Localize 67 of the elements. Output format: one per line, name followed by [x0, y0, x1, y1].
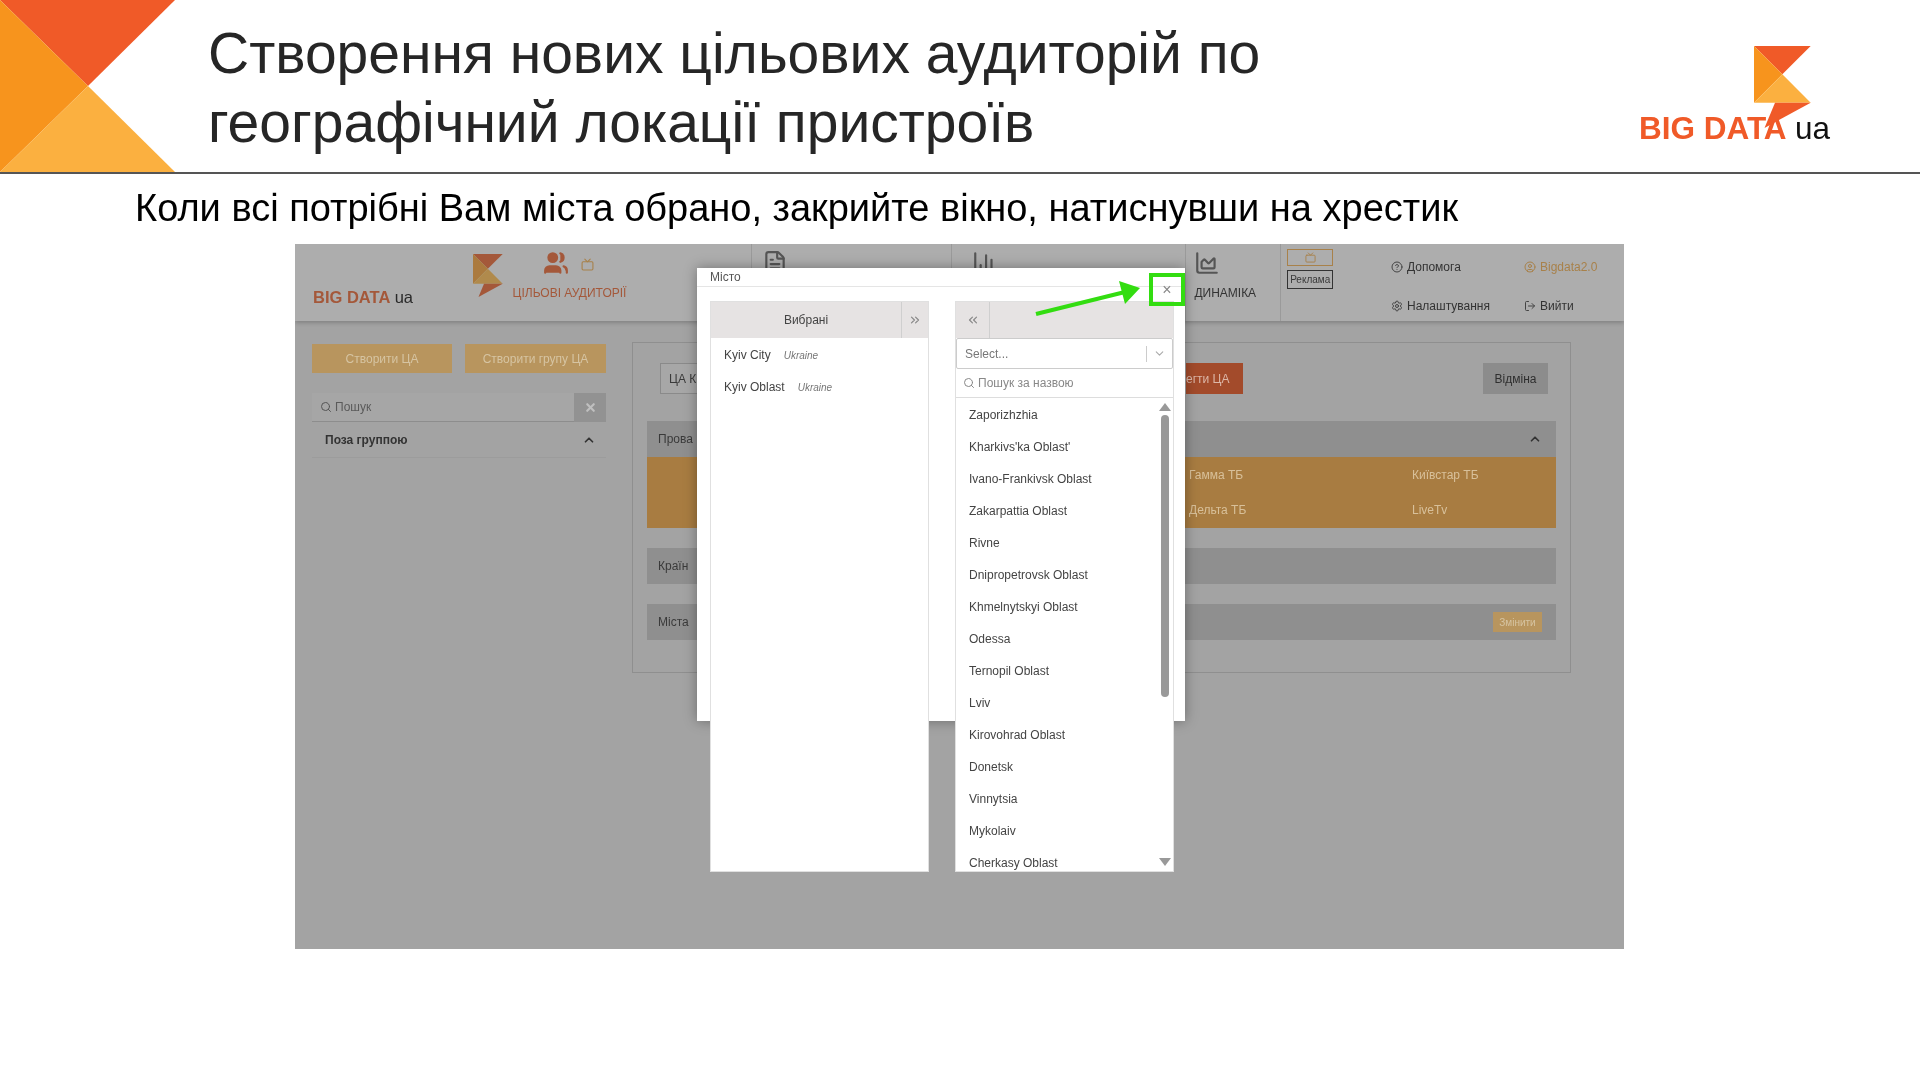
city-option[interactable]: Zakarpattia Oblast	[956, 495, 1157, 527]
save-button[interactable]: егти ЦА	[1186, 363, 1243, 394]
city-option[interactable]: Rivne	[956, 527, 1157, 559]
city-option[interactable]: Kharkivs'ka Oblast'	[956, 431, 1157, 463]
name-search-field[interactable]: Пошук за назвою	[956, 369, 1173, 398]
city-option[interactable]: Khmelnytskyi Oblast	[956, 591, 1157, 623]
scroll-down-icon	[1159, 858, 1171, 866]
name-search-input[interactable]: Пошук за назвою	[978, 374, 1173, 392]
city-option[interactable]: Ternopil Oblast	[956, 655, 1157, 687]
city-option[interactable]: Odessa	[956, 623, 1157, 655]
tv-badge[interactable]	[1287, 249, 1334, 266]
city-option[interactable]: Zaporizhzhia	[956, 399, 1157, 431]
section-title: Країн	[658, 558, 689, 575]
city-option[interactable]: Dnipropetrovsk Oblast	[956, 559, 1157, 591]
cancel-button[interactable]: Відміна	[1483, 363, 1548, 394]
tv-icon	[580, 258, 594, 271]
help-icon	[1391, 261, 1403, 273]
search-icon	[963, 377, 975, 389]
list-header: Вибрані	[782, 312, 830, 329]
user-icon	[1524, 261, 1536, 273]
city-name: Kyiv Oblast	[724, 379, 785, 396]
clear-icon	[583, 400, 597, 414]
city-option[interactable]: Vinnytsia	[956, 783, 1157, 815]
scroll-up-icon	[1159, 403, 1171, 411]
area-chart-icon	[1194, 250, 1221, 276]
search-icon	[320, 401, 332, 413]
search-field[interactable]: Пошук	[312, 393, 606, 422]
city-option[interactable]: Mykolaiv	[956, 815, 1157, 847]
section-title: Прова	[658, 431, 693, 448]
city-option[interactable]: Donetsk	[956, 751, 1157, 783]
settings-icon	[1391, 300, 1403, 312]
group-row[interactable]: Поза группою	[312, 422, 606, 458]
select-input[interactable]: Select...	[965, 344, 1146, 363]
selected-city[interactable]: Kyiv Oblast Ukraine	[711, 371, 928, 403]
scrollbar-thumb[interactable]	[1161, 415, 1169, 697]
city-name: Kyiv City	[724, 347, 771, 364]
country-name: Ukraine	[797, 380, 833, 395]
clear-button[interactable]	[574, 392, 606, 422]
logo-suffix: ua	[394, 289, 414, 306]
logo-icon	[473, 254, 503, 297]
city-option[interactable]: Ivano-Frankivsk Oblast	[956, 463, 1157, 495]
header-link[interactable]: Налаштування	[1407, 297, 1490, 315]
slide-title: географічний локації пристроїв	[208, 89, 1036, 156]
slide-title: Створення нових цільових аудиторій по	[208, 20, 1261, 87]
search-input[interactable]: Пошук	[335, 398, 574, 416]
city-option[interactable]: Kirovohrad Oblast	[956, 719, 1157, 751]
group-label: Поза группою	[325, 431, 408, 449]
close-button[interactable]: ×	[1162, 281, 1172, 298]
city-option[interactable]: Cherkasy Oblast	[956, 847, 1157, 879]
tv-icon	[1304, 252, 1316, 263]
dialog-title: Місто	[710, 269, 741, 286]
nav-link[interactable]: ДИНАМІКА	[1194, 284, 1281, 302]
instruction-text: Коли всі потрібні Вам міста обрано, закрийте вікно, натиснувши на хрестик	[135, 186, 1460, 231]
select-field[interactable]: Select...	[956, 338, 1173, 369]
country-name: Ukraine	[783, 348, 819, 363]
selected-city[interactable]: Kyiv City Ukraine	[711, 339, 928, 371]
logout-icon	[1524, 300, 1536, 312]
city-option[interactable]: Lviv	[956, 687, 1157, 719]
logo-suffix: ua	[1794, 113, 1830, 145]
ad-badge[interactable]: Реклама	[1287, 270, 1334, 289]
logo-text: BIG DATA	[313, 289, 391, 306]
logo-text: BIG DATA	[1639, 113, 1787, 145]
header-link[interactable]: Допомога	[1407, 258, 1461, 276]
double-chevron-right-icon	[908, 313, 922, 327]
people-icon	[542, 250, 569, 276]
header-link[interactable]: Вийти	[1540, 297, 1574, 315]
section-title: Міста	[658, 614, 689, 631]
